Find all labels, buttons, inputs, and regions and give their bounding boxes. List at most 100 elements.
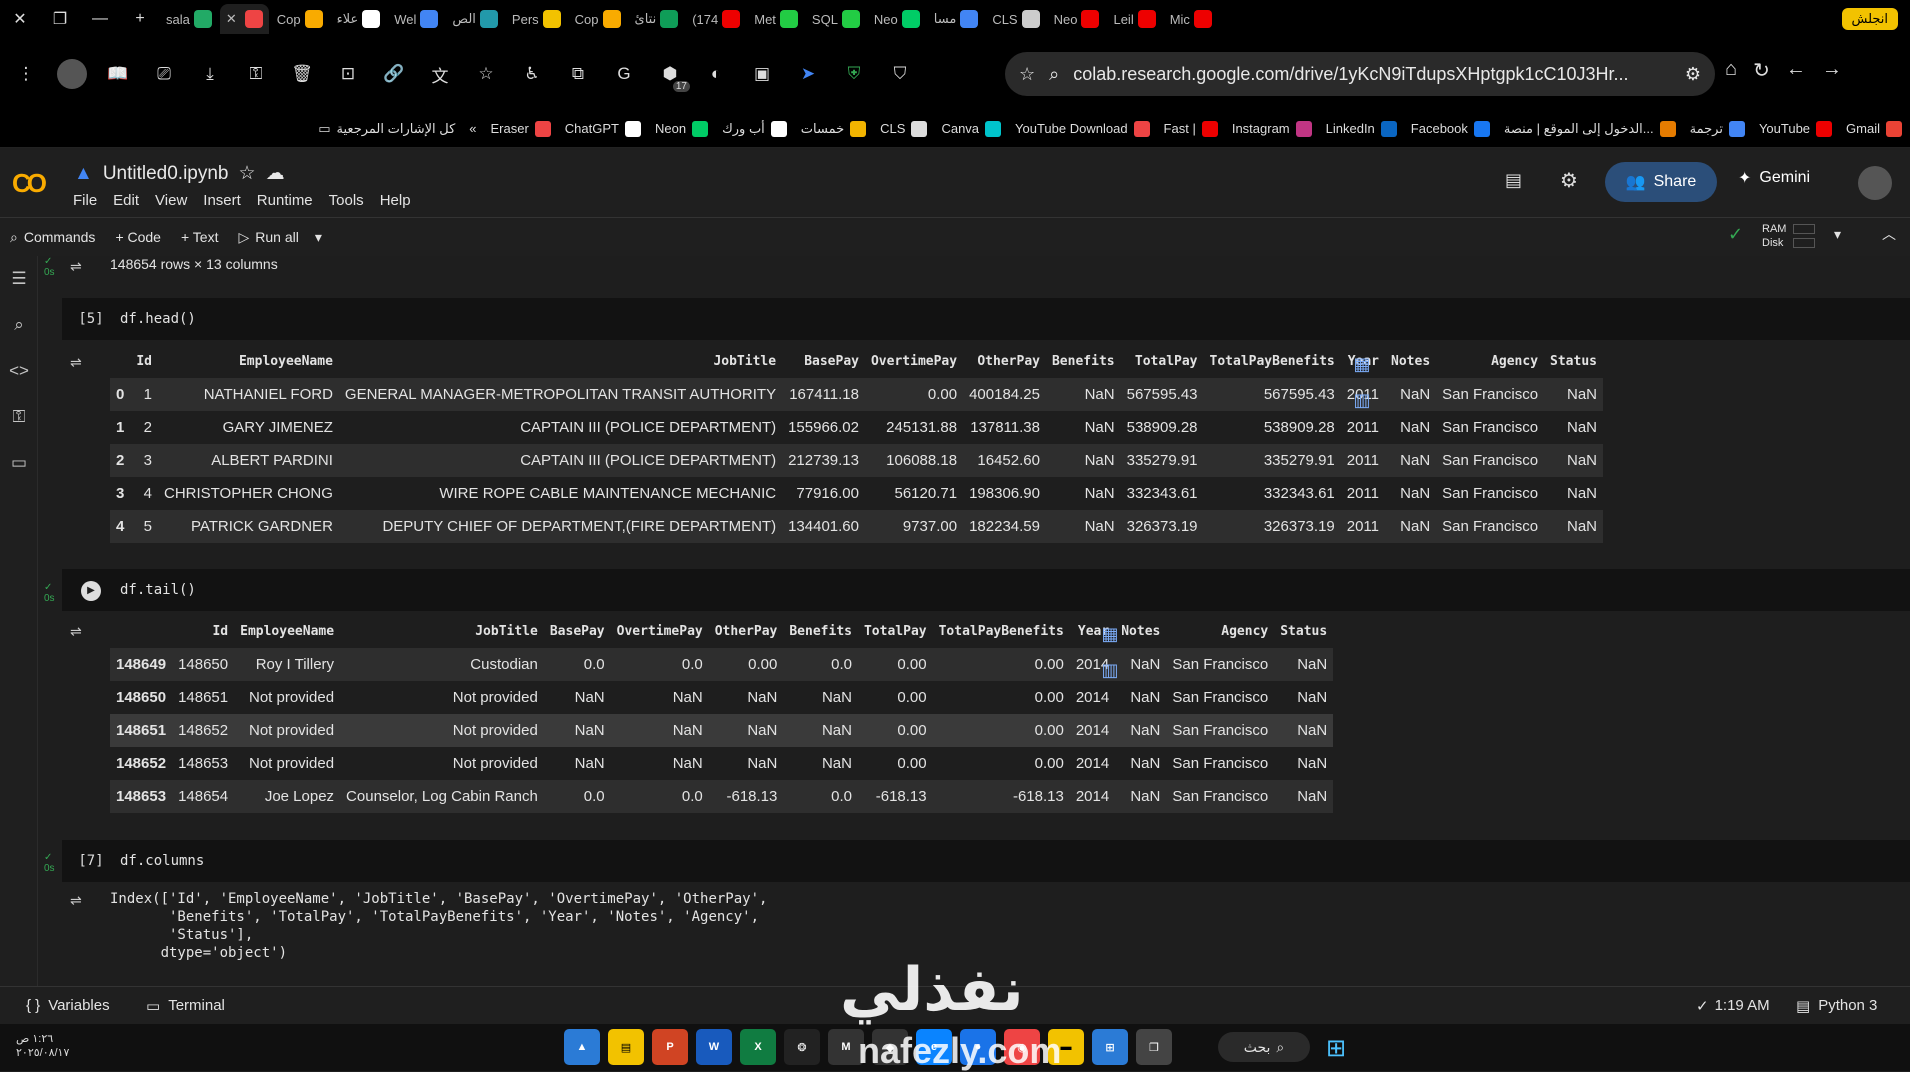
output-toggle-icon[interactable]: ⇌ bbox=[70, 354, 92, 371]
code-snippets-icon[interactable]: <> bbox=[0, 348, 38, 394]
run-all-button[interactable]: ▷ Run all ▾ bbox=[228, 229, 331, 246]
share-button[interactable]: 👥 Share bbox=[1605, 162, 1717, 202]
browser-tab[interactable]: Cop bbox=[271, 4, 329, 34]
chatgpt-icon[interactable]: ❂ bbox=[784, 1029, 820, 1065]
cursor-icon[interactable]: ➤ bbox=[790, 56, 826, 92]
app-icon[interactable]: ▲ bbox=[564, 1029, 600, 1065]
star-icon[interactable]: ☆ bbox=[1019, 64, 1035, 85]
chevron-double-icon[interactable]: « bbox=[469, 121, 476, 136]
forward-icon[interactable]: → bbox=[1822, 58, 1842, 83]
commands-button[interactable]: ⌕ Commands bbox=[0, 229, 105, 246]
browser-tab[interactable]: Neo bbox=[868, 4, 926, 34]
bookmark-item[interactable]: خمسات bbox=[801, 120, 867, 137]
output-toggle-icon[interactable]: ⇌ bbox=[70, 258, 92, 275]
profile-chip[interactable]: انجلش bbox=[1841, 8, 1898, 30]
terminal-button[interactable]: ▭ Terminal bbox=[146, 997, 225, 1015]
chart-suggest-icon[interactable]: ▥ bbox=[1098, 658, 1122, 682]
browser-tab[interactable]: Pers bbox=[506, 4, 567, 34]
favorites-icon[interactable]: ☆ bbox=[468, 56, 504, 92]
browser-tab[interactable]: Met bbox=[748, 4, 804, 34]
taskbar-clock[interactable]: ١:٢٦ ص ٢٠٢٥/٠٨/١٧ bbox=[16, 1032, 69, 1060]
bookmark-item[interactable]: Instagram bbox=[1232, 120, 1312, 137]
output-toggle-icon[interactable]: ⇌ bbox=[70, 623, 92, 640]
menu-view[interactable]: View bbox=[155, 192, 187, 209]
code-cell-columns[interactable]: [7] df.columns bbox=[62, 840, 1910, 882]
browser-tab[interactable]: Neo bbox=[1048, 4, 1106, 34]
files-folder-icon[interactable]: ▭ bbox=[0, 440, 38, 486]
browser-tab[interactable]: CLS bbox=[986, 4, 1045, 34]
bookmark-item[interactable]: أب ورك bbox=[722, 120, 787, 137]
resource-monitor[interactable]: RAM Disk bbox=[1762, 222, 1786, 250]
chart-suggest-icon[interactable]: ▥ bbox=[1350, 388, 1374, 412]
home-icon[interactable]: ⌂ bbox=[1725, 58, 1737, 83]
code-cell-tail[interactable]: ▶ df.tail() bbox=[62, 569, 1910, 611]
accessibility-icon[interactable]: ♿ bbox=[514, 56, 550, 92]
secrets-key-icon[interactable]: ⚿ bbox=[0, 394, 38, 440]
table-of-contents-icon[interactable]: ☰ bbox=[0, 256, 38, 302]
code-cell-head[interactable]: [5] df.head() bbox=[62, 298, 1910, 340]
bookmark-item[interactable]: Facebook bbox=[1411, 120, 1490, 137]
close-window-icon[interactable]: ✕ bbox=[0, 9, 40, 29]
task-view-icon[interactable]: ❐ bbox=[1136, 1029, 1172, 1065]
browser-tab[interactable]: (174 bbox=[686, 4, 746, 34]
bookmark-item[interactable]: YouTube Download bbox=[1015, 120, 1150, 137]
key-icon[interactable]: ⚿ bbox=[238, 56, 274, 92]
last-run-status[interactable]: ✓ 1:19 AM bbox=[1696, 997, 1770, 1015]
minimize-window-icon[interactable]: — bbox=[80, 10, 120, 28]
reload-icon[interactable]: ↻ bbox=[1753, 58, 1770, 83]
table-view-icon[interactable]: ▦ bbox=[1350, 352, 1374, 376]
add-text-button[interactable]: + Text bbox=[171, 229, 229, 245]
gear-icon[interactable]: ⚙ bbox=[1560, 168, 1578, 193]
browser-tab[interactable]: Wel bbox=[388, 4, 444, 34]
browser-tab[interactable]: sala bbox=[160, 4, 218, 34]
new-tab-button[interactable]: + bbox=[120, 10, 160, 28]
avatar[interactable] bbox=[54, 56, 90, 92]
app-icon[interactable]: ▤ bbox=[608, 1029, 644, 1065]
browser-tab[interactable]: ✕ bbox=[219, 4, 269, 34]
reading-mode-icon[interactable]: 📖 bbox=[100, 56, 136, 92]
menu-help[interactable]: Help bbox=[380, 192, 411, 209]
bookmark-item[interactable]: Canva bbox=[941, 120, 1002, 137]
bookmark-item[interactable]: YouTube bbox=[1759, 120, 1833, 137]
output-toggle-icon[interactable]: ⇌ bbox=[70, 892, 92, 909]
bookmark-item[interactable]: Neon bbox=[655, 120, 709, 137]
bookmark-item[interactable]: LinkedIn bbox=[1326, 120, 1397, 137]
run-cell-button[interactable]: ▶ bbox=[62, 580, 120, 601]
chevron-down-icon[interactable]: ▾ bbox=[315, 229, 322, 246]
close-tab-icon[interactable]: ✕ bbox=[226, 11, 237, 27]
bookmark-item[interactable]: الدخول إلى الموقع | منصة... bbox=[1504, 120, 1676, 137]
shield-icon[interactable]: ⛉ bbox=[882, 56, 918, 92]
edge-icon[interactable]: ◐ bbox=[698, 56, 734, 92]
store-icon[interactable]: ⊞ bbox=[1092, 1029, 1128, 1065]
menu-insert[interactable]: Insert bbox=[203, 192, 241, 209]
windows-start-icon[interactable]: ⊞ bbox=[1326, 1034, 1346, 1063]
bookmark-item[interactable]: Eraser bbox=[491, 120, 551, 137]
powerpoint-icon[interactable]: P bbox=[652, 1029, 688, 1065]
menu-file[interactable]: File bbox=[73, 192, 97, 209]
gemini-button[interactable]: ✦ Gemini bbox=[1738, 168, 1810, 188]
taskbar-search[interactable]: بحث ⌕ bbox=[1218, 1032, 1310, 1062]
add-code-button[interactable]: + Code bbox=[105, 229, 171, 245]
find-icon[interactable]: ⌕ bbox=[0, 302, 38, 348]
browser-tab[interactable]: الص bbox=[446, 4, 504, 34]
comment-icon[interactable]: ▤ bbox=[1505, 170, 1522, 191]
translate-icon[interactable]: 文 bbox=[422, 56, 458, 92]
avatar[interactable] bbox=[1858, 166, 1892, 200]
extensions-icon[interactable]: ⧉ bbox=[560, 56, 596, 92]
table-view-icon[interactable]: ▦ bbox=[1098, 622, 1122, 646]
star-icon[interactable]: ☆ bbox=[239, 162, 256, 185]
browser-tab[interactable]: SQL bbox=[806, 4, 866, 34]
bookmark-item[interactable]: Gmail bbox=[1846, 120, 1902, 137]
menu-tools[interactable]: Tools bbox=[329, 192, 364, 209]
restore-window-icon[interactable]: ❐ bbox=[40, 9, 80, 29]
menu-kebab-icon[interactable]: ⋮ bbox=[8, 56, 44, 92]
menu-edit[interactable]: Edit bbox=[113, 192, 139, 209]
bookmark-item[interactable]: ترجمة bbox=[1690, 120, 1745, 137]
adblock-icon[interactable]: ⬢ 17 bbox=[652, 56, 690, 92]
browser-tab[interactable]: Cop bbox=[569, 4, 627, 34]
colab-logo[interactable]: CO bbox=[12, 168, 47, 199]
address-bar[interactable]: ☆ ⌕ colab.research.google.com/drive/1yKc… bbox=[1005, 52, 1715, 96]
bookmark-item[interactable]: CLS bbox=[880, 120, 928, 137]
grammarly-icon[interactable]: G bbox=[606, 56, 642, 92]
site-settings-icon[interactable]: ⚙ bbox=[1685, 64, 1701, 85]
